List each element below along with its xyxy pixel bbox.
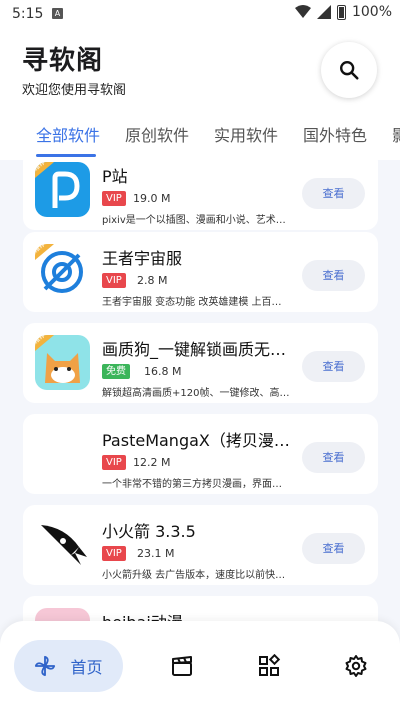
tab-foreign-features[interactable]: 国外特色 — [303, 122, 367, 146]
app-name: 画质狗_一键解锁画质无… — [102, 340, 287, 359]
bottom-nav: 首页 — [0, 621, 400, 710]
app-description: 一个非常不错的第三方拷贝漫画，界面… — [102, 479, 282, 490]
page-title: 寻软阁 — [22, 46, 104, 76]
category-tabs: 全部软件 原创软件 实用软件 国外特色 影 — [0, 118, 400, 158]
app-description: pixiv是一个以插图、漫画和小说、艺术… — [102, 215, 286, 226]
nav-home-button[interactable]: 首页 — [14, 640, 123, 692]
status-bar: 5:15 A 100% — [0, 0, 400, 30]
app-name: 小火箭 3.3.5 — [102, 522, 196, 541]
app-description: 小火箭升级 去广告版本，速度比以前快… — [102, 570, 286, 581]
list-item[interactable]: PasteMangaX（拷贝漫画… VIP 12.2 M 一个非常不错的第三方拷… — [23, 414, 378, 494]
app-name: PasteMangaX（拷贝漫画… — [102, 431, 302, 450]
list-item[interactable]: 推荐 画质狗_一键解锁画质无… 免费 16.8 M 解锁超高清画质+120帧、一… — [23, 323, 378, 403]
list-item[interactable]: 推荐 P站 VIP 19.0 M pixiv是一个以插图、漫画和小说、艺术… 查… — [23, 160, 378, 230]
shiba-dog-icon: 推荐 — [35, 335, 90, 390]
view-button[interactable]: 查看 — [302, 178, 365, 209]
vip-badge: VIP — [102, 546, 126, 561]
list-item[interactable]: 小火箭 3.3.5 VIP 23.1 M 小火箭升级 去广告版本，速度比以前快…… — [23, 505, 378, 585]
vip-badge: VIP — [102, 191, 126, 206]
tab-indicator — [36, 154, 96, 157]
wifi-icon — [294, 5, 311, 18]
battery-icon — [336, 4, 346, 20]
free-badge: 免费 — [102, 364, 130, 379]
status-time: 5:15 — [12, 6, 44, 22]
pinwheel-icon — [35, 655, 56, 677]
gear-icon[interactable] — [344, 654, 368, 678]
tab-film[interactable]: 影 — [392, 122, 400, 146]
view-button[interactable]: 查看 — [302, 351, 365, 382]
signal-icon — [316, 5, 331, 19]
tab-original-software[interactable]: 原创软件 — [125, 122, 189, 146]
page-subtitle: 欢迎您使用寻软阁 — [22, 83, 127, 98]
rocket-icon — [35, 517, 90, 572]
vip-badge: VIP — [102, 455, 126, 470]
notification-a-icon: A — [52, 8, 63, 19]
nav-home-label: 首页 — [70, 658, 103, 677]
app-size: 2.8 M — [137, 274, 168, 287]
kings-universe-icon: 推荐 — [35, 244, 90, 299]
search-button[interactable] — [321, 42, 377, 98]
app-name: 王者宇宙服 — [102, 249, 183, 268]
app-size: 16.8 M — [144, 365, 182, 378]
view-button[interactable]: 查看 — [302, 533, 365, 564]
app-description: 王者宇宙服 变态功能 改英雄建模 上百… — [102, 297, 282, 308]
list-item[interactable]: 推荐 王者宇宙服 VIP 2.8 M 王者宇宙服 变态功能 改英雄建模 上百… … — [23, 232, 378, 312]
app-description: 解锁超高清画质+120帧、一键修改、高… — [102, 388, 290, 399]
tab-utility-software[interactable]: 实用软件 — [214, 122, 278, 146]
clapperboard-icon[interactable] — [170, 654, 194, 678]
tab-all-software[interactable]: 全部软件 — [36, 122, 100, 146]
app-size: 19.0 M — [133, 192, 171, 205]
app-size: 12.2 M — [133, 456, 171, 469]
app-name: P站 — [102, 167, 128, 186]
vip-badge: VIP — [102, 273, 126, 288]
view-button[interactable]: 查看 — [302, 260, 365, 291]
apps-grid-icon[interactable] — [257, 654, 281, 678]
blank-icon — [35, 426, 90, 481]
search-icon — [340, 61, 359, 80]
pixiv-icon: 推荐 — [35, 162, 90, 217]
battery-percent: 100% — [351, 4, 392, 20]
app-size: 23.1 M — [137, 547, 175, 560]
view-button[interactable]: 查看 — [302, 442, 365, 473]
header: 寻软阁 欢迎您使用寻软阁 全部软件 原创软件 实用软件 国外特色 影 — [0, 30, 400, 160]
status-icons: 100% — [294, 4, 392, 20]
